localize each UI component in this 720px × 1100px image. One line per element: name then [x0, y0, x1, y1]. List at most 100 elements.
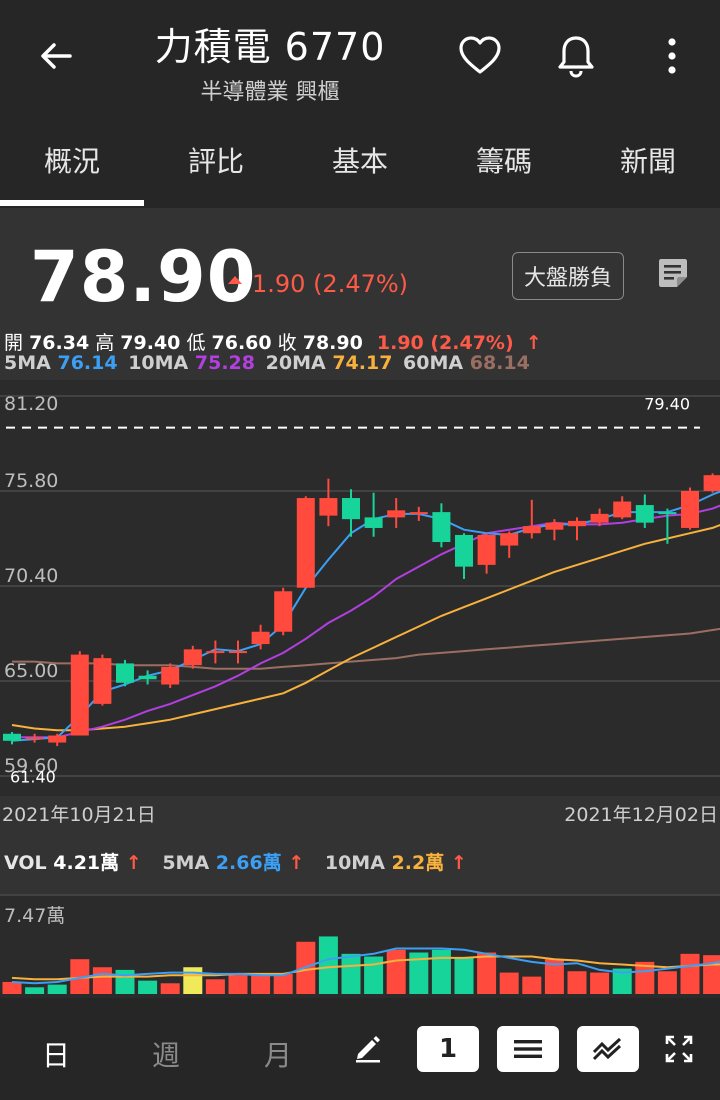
candle-body: [364, 517, 383, 528]
bell-icon[interactable]: [550, 30, 602, 82]
ma10-label: 10MA: [128, 352, 189, 374]
ma5-value: 76.14: [57, 352, 118, 374]
high-value: 79.40: [120, 332, 181, 354]
up-arrow-icon: ↑: [125, 852, 142, 874]
candle-body: [48, 735, 67, 743]
candle-body: [274, 591, 293, 632]
candle-body: [3, 733, 21, 741]
vol-value: 4.21萬: [53, 852, 120, 874]
volume-bar: [205, 979, 225, 994]
candle-body: [477, 534, 496, 565]
more-vertical-icon[interactable]: [646, 30, 698, 82]
volume-bar: [364, 956, 384, 994]
note-icon[interactable]: [656, 256, 690, 290]
candle-body: [568, 520, 586, 527]
period-week-button[interactable]: 週: [152, 1034, 180, 1074]
low-value: 76.60: [211, 332, 272, 354]
vol-label: VOL: [4, 852, 47, 874]
volume-bar: [228, 973, 248, 994]
tab-rating[interactable]: 評比: [144, 140, 288, 180]
y-tick-label: 70.40: [4, 565, 58, 587]
volume-bar: [160, 983, 180, 994]
candle-body: [545, 522, 564, 530]
candle-body: [70, 654, 89, 736]
tab-bar: 概況 評比 基本 籌碼 新聞: [0, 118, 720, 208]
app-header: 力積電 6770 半導體業 興櫃: [0, 0, 720, 118]
volume-bar: [454, 957, 474, 994]
heart-icon[interactable]: [454, 30, 506, 82]
candle-body: [635, 505, 654, 523]
candle-body: [116, 663, 134, 683]
tab-overview[interactable]: 概況: [0, 140, 144, 180]
candle-body: [342, 498, 360, 520]
high-label: 高: [95, 332, 115, 354]
ma5-label: 5MA: [4, 352, 51, 374]
low-marker-label: 61.40: [10, 767, 56, 786]
candle-body: [251, 631, 270, 645]
tab-news[interactable]: 新聞: [576, 140, 720, 180]
volume-bar: [183, 967, 203, 994]
volume-bar: [318, 936, 338, 994]
last-price: 78.90: [30, 236, 257, 318]
low-label: 低: [186, 332, 206, 354]
candle-body: [432, 512, 451, 543]
candle-body: [25, 737, 44, 740]
volume-bar: [25, 987, 45, 994]
vol-ma10-label: 10MA: [324, 852, 385, 874]
open-value: 76.34: [29, 332, 90, 354]
y-tick-label: 81.20: [4, 393, 58, 415]
candle-body: [500, 533, 519, 546]
volume-bar: [703, 955, 720, 994]
volume-bar: [47, 984, 67, 994]
trend-lines-icon[interactable]: [577, 1026, 639, 1072]
period-day-button[interactable]: 日: [42, 1034, 70, 1074]
ma10-value: 75.28: [194, 352, 255, 374]
open-label: 開: [4, 332, 24, 354]
quote-panel: 78.90 1.90 (2.47%) 大盤勝負 開 76.34 高 79.40 …: [0, 208, 720, 998]
end-date: 2021年12月02日: [564, 804, 718, 826]
up-arrow-icon: ↑: [288, 852, 305, 874]
up-arrow-icon: ↑: [525, 332, 542, 354]
volume-bar: [657, 971, 677, 994]
close-label: 收: [277, 332, 297, 354]
volume-bar: [431, 949, 451, 994]
candlestick-chart[interactable]: 81.2075.8070.4065.0059.60 79.4061.40: [0, 380, 720, 796]
tab-basic[interactable]: 基本: [288, 140, 432, 180]
candle-body: [613, 501, 632, 518]
candle-body: [409, 512, 428, 515]
candle-body: [455, 534, 473, 567]
chart-toolbar: 日 週 月 1: [0, 998, 720, 1100]
volume-legend: VOL 4.21萬 ↑ 5MA 2.66萬 ↑ 10MA 2.2萬 ↑: [4, 848, 467, 875]
volume-bar: [590, 972, 610, 994]
volume-bar: [341, 953, 361, 994]
period-month-button[interactable]: 月: [264, 1034, 292, 1074]
start-date: 2021年10月21日: [2, 804, 156, 826]
candle-body: [93, 658, 112, 704]
volume-bar: [522, 976, 542, 994]
candle-body: [681, 491, 699, 528]
candle-body: [296, 498, 315, 588]
up-arrow-icon: ↑: [450, 852, 467, 874]
high-marker-label: 79.40: [644, 395, 690, 414]
candle-body: [138, 675, 157, 680]
volume-bar: [567, 971, 587, 994]
tab-chips[interactable]: 籌碼: [432, 140, 576, 180]
vol-ma5-value: 2.66萬: [215, 852, 282, 874]
volume-chart[interactable]: 7.47萬: [0, 894, 720, 998]
fullscreen-icon[interactable]: [664, 1034, 694, 1068]
candle-body: [206, 651, 225, 654]
candle-body: [658, 512, 677, 515]
candle-body: [522, 526, 541, 534]
menu-lines-icon[interactable]: [497, 1026, 559, 1072]
candle-body: [703, 475, 720, 491]
ma20-label: 20MA: [265, 352, 326, 374]
volume-max-label: 7.47萬: [4, 905, 65, 927]
stock-title: 力積電 6770: [154, 25, 386, 69]
back-arrow-icon[interactable]: [30, 30, 82, 82]
dapan-button[interactable]: 大盤勝負: [512, 252, 624, 300]
price-change: 1.90 (2.47%): [252, 270, 409, 298]
pencil-icon[interactable]: [352, 1032, 384, 1068]
volume-bar: [251, 975, 271, 994]
count-button[interactable]: 1: [417, 1026, 479, 1072]
up-triangle-icon: [228, 276, 242, 284]
